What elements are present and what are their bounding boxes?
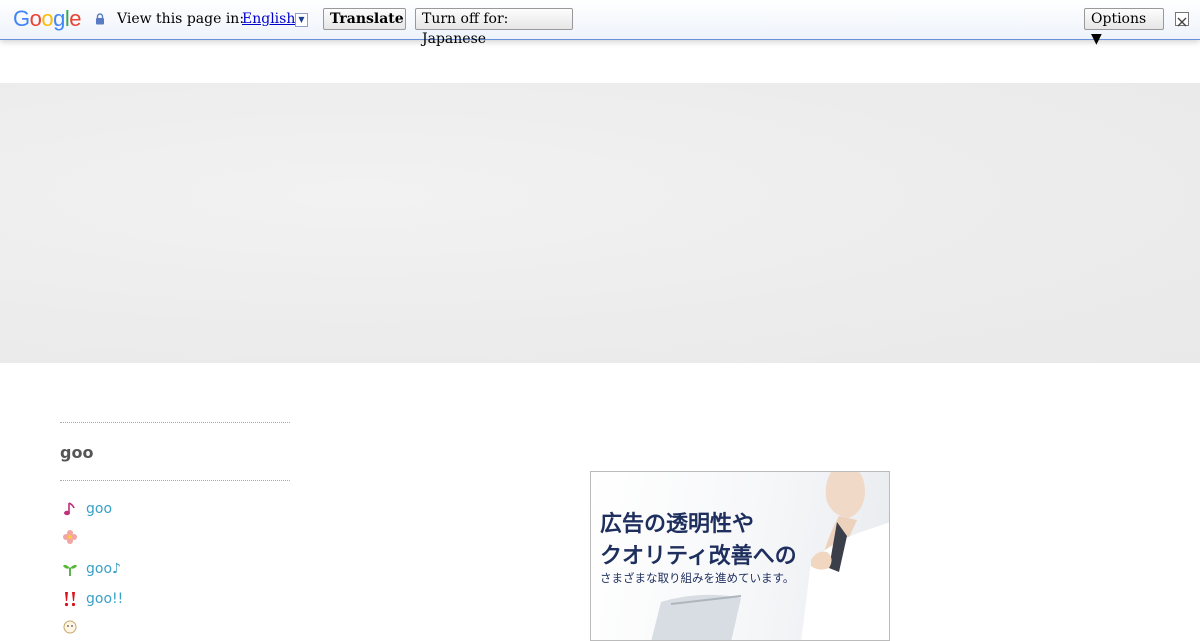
logo-letter: G <box>13 6 30 31</box>
logo-letter: e <box>69 6 82 31</box>
view-page-label: View this page in: <box>117 11 245 27</box>
turn-off-button[interactable]: Turn off for: Japanese <box>415 8 573 47</box>
sidebar-item-label: goo <box>86 501 113 517</box>
translate-bar: Google View this page in: English ▼ Tran… <box>0 0 1200 47</box>
sidebar-item-label: goo♪ <box>86 561 121 577</box>
advertisement[interactable]: 広告の透明性や クオリティ改善への さまざまな取り組みを進めています。 <box>590 471 890 641</box>
sidebar-item-label: goo!! <box>86 591 124 607</box>
close-button[interactable] <box>1175 12 1189 27</box>
flower-icon <box>63 530 77 544</box>
music-note-icon <box>64 502 75 516</box>
chevron-down-icon[interactable]: ▼ <box>295 13 308 27</box>
ad-headline-1: 広告の透明性や <box>600 512 755 537</box>
options-button[interactable]: Options ▼ <box>1084 8 1164 47</box>
lock-icon <box>96 13 104 25</box>
ad-subtext: さまざまな取り組みを進めています。 <box>600 571 795 585</box>
language-select[interactable]: English <box>242 11 295 27</box>
sidebar: goo <box>60 422 290 481</box>
google-logo: Google <box>13 6 82 32</box>
ad-headline-2: クオリティ改善への <box>600 544 797 569</box>
double-exclamation-icon <box>64 592 76 607</box>
logo-letter: o <box>41 6 54 31</box>
logo-letter: g <box>53 6 65 31</box>
divider <box>60 480 290 481</box>
sprout-icon <box>63 564 77 576</box>
sidebar-heading: goo <box>60 443 94 462</box>
translate-button[interactable]: Translate <box>323 8 406 30</box>
face-icon <box>63 620 77 634</box>
header-banner <box>0 83 1200 363</box>
close-icon <box>1177 17 1187 27</box>
logo-letter: o <box>29 6 42 31</box>
